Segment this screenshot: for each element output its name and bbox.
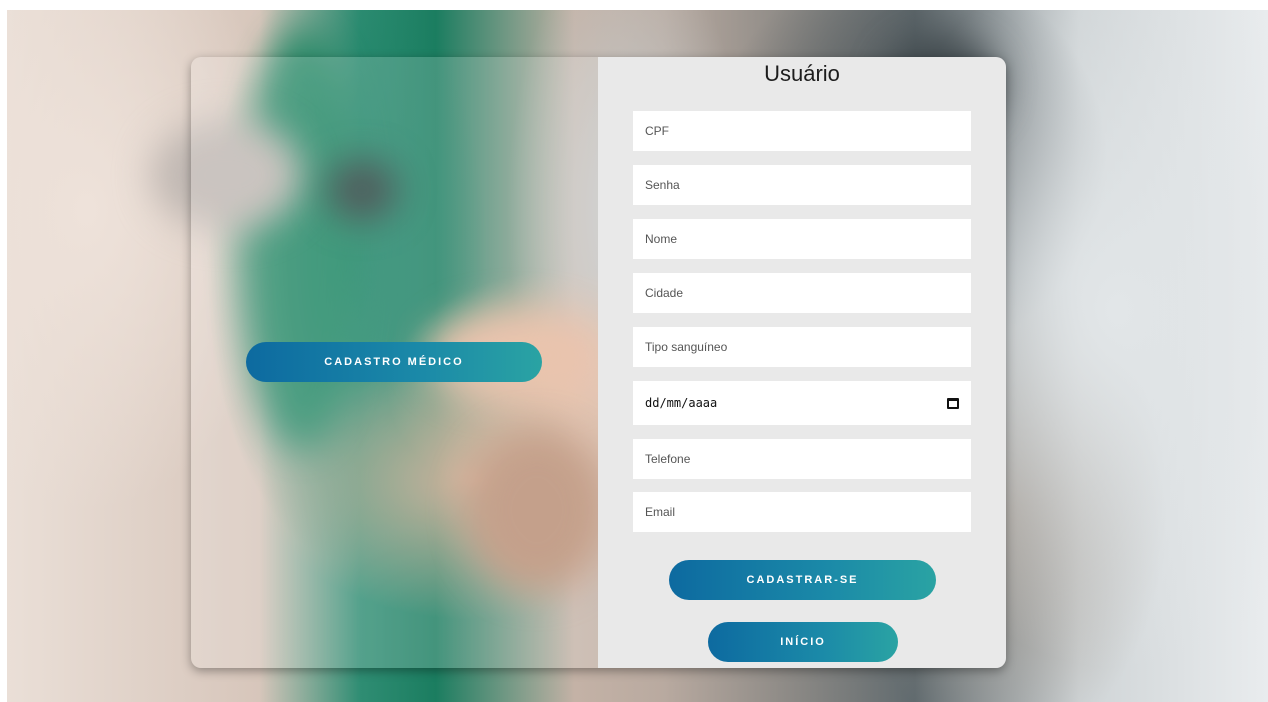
calendar-icon[interactable]: [947, 397, 959, 409]
form-title: Usuário: [764, 61, 840, 86]
date-placeholder: dd/mm/aaaa: [645, 396, 718, 410]
doctor-registration-button[interactable]: CADASTRO MÉDICO: [246, 342, 542, 382]
city-input[interactable]: [633, 273, 971, 313]
cpf-input[interactable]: [633, 111, 971, 151]
name-input[interactable]: [633, 219, 971, 259]
left-panel: CADASTRO MÉDICO: [191, 57, 598, 668]
register-button[interactable]: CADASTRAR-SE: [669, 560, 936, 600]
phone-input[interactable]: [633, 439, 971, 479]
user-form-panel: Usuário dd/mm/aaaa CADASTRAR-SE INÍCIO: [598, 57, 1006, 668]
blood-type-input[interactable]: [633, 327, 971, 367]
registration-card: CADASTRO MÉDICO Usuário dd/mm/aaaa CADAS…: [191, 57, 1006, 668]
birthdate-input[interactable]: dd/mm/aaaa: [633, 381, 971, 425]
password-input[interactable]: [633, 165, 971, 205]
email-input[interactable]: [633, 492, 971, 532]
home-button[interactable]: INÍCIO: [708, 622, 898, 662]
